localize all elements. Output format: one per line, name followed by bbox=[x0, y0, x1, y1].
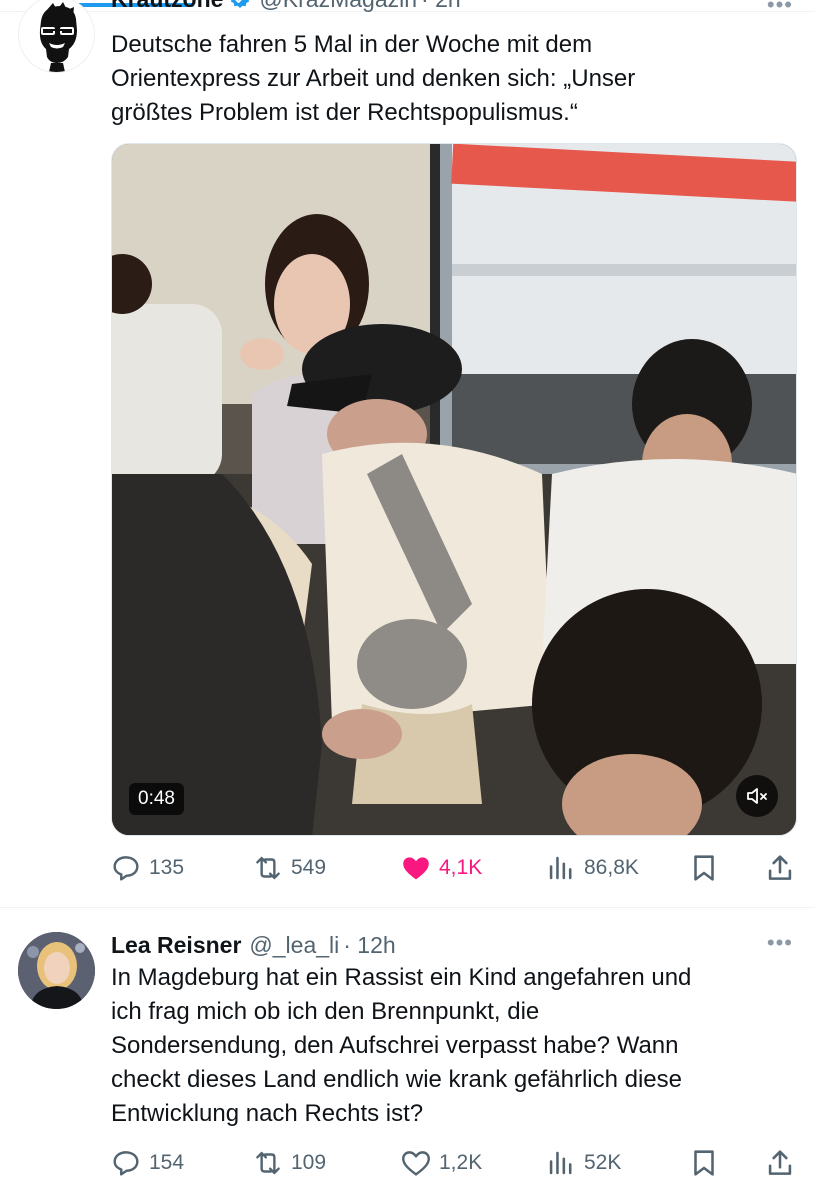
like-count: 4,1K bbox=[439, 856, 483, 879]
heart-icon bbox=[403, 857, 429, 880]
tweet-header: Krautzone @KrazMagazin · 2h bbox=[111, 0, 461, 16]
action-bar: 154 109 1,2K 52K bbox=[109, 1143, 799, 1183]
bookmark-button[interactable] bbox=[687, 848, 721, 888]
share-button[interactable] bbox=[763, 1143, 797, 1183]
repost-button[interactable]: 549 bbox=[251, 848, 326, 888]
reply-count: 154 bbox=[149, 1151, 185, 1174]
speech-bubble-icon bbox=[113, 856, 139, 881]
share-upload-icon bbox=[768, 855, 792, 880]
reply-count: 135 bbox=[149, 856, 185, 879]
views-count: 86,8K bbox=[584, 856, 639, 879]
like-count: 1,2K bbox=[439, 1151, 483, 1174]
reply-button[interactable]: 135 bbox=[109, 848, 184, 888]
avatar[interactable] bbox=[18, 932, 95, 1009]
bookmark-button[interactable] bbox=[687, 1143, 721, 1183]
repost-arrows-icon bbox=[256, 1151, 280, 1175]
video-player[interactable]: 0:48 bbox=[111, 143, 797, 836]
repost-arrows-icon bbox=[256, 856, 280, 880]
views-button[interactable]: 86,8K bbox=[544, 848, 639, 888]
views-button[interactable]: 52K bbox=[544, 1143, 621, 1183]
bar-chart-icon bbox=[549, 1151, 572, 1175]
views-count: 52K bbox=[584, 1151, 622, 1174]
video-duration: 0:48 bbox=[129, 783, 184, 815]
tweet[interactable]: Krautzone @KrazMagazin · 2h ••• Deutsche… bbox=[0, 0, 815, 908]
video-frame-illustration bbox=[112, 144, 796, 835]
verified-badge-icon bbox=[229, 0, 251, 10]
heart-icon bbox=[402, 1151, 430, 1176]
author-name[interactable]: Lea Reisner bbox=[111, 932, 241, 959]
tweet-text: In Magdeburg hat ein Rassist ein Kind an… bbox=[111, 961, 791, 1131]
repost-button[interactable]: 109 bbox=[251, 1143, 326, 1183]
bookmark-icon bbox=[694, 1150, 714, 1176]
tweet-time[interactable]: · 12h bbox=[343, 932, 395, 959]
speech-bubble-icon bbox=[113, 1151, 139, 1176]
like-button[interactable]: 4,1K bbox=[399, 848, 482, 888]
more-dots-icon[interactable]: ••• bbox=[767, 930, 793, 956]
bar-chart-icon bbox=[549, 856, 572, 880]
author-handle[interactable]: @KrazMagazin bbox=[259, 0, 417, 13]
tweet-text-line: In Magdeburg hat ein Rassist ein Kind an… bbox=[111, 964, 692, 991]
tweet-text-line: größtes Problem ist der Rechtspopulismus… bbox=[111, 99, 578, 126]
tweet-text-line: checkt dieses Land endlich wie krank gef… bbox=[111, 1066, 682, 1093]
tweet-text-line: Sondersendung, den Aufschrei verpasst ha… bbox=[111, 1032, 679, 1059]
tweet-text: Deutsche fahren 5 Mal in der Woche mit d… bbox=[111, 28, 791, 130]
more-dots-icon[interactable]: ••• bbox=[767, 0, 793, 18]
repost-count: 109 bbox=[291, 1151, 327, 1174]
bookmark-icon bbox=[694, 855, 714, 881]
muted-speaker-icon[interactable] bbox=[736, 775, 778, 817]
reply-button[interactable]: 154 bbox=[109, 1143, 184, 1183]
tweet-text-line: Deutsche fahren 5 Mal in der Woche mit d… bbox=[111, 31, 593, 58]
author-handle[interactable]: @_lea_li bbox=[249, 932, 339, 959]
tweet[interactable]: Lea Reisner @_lea_li · 12h ••• In Magdeb… bbox=[0, 908, 815, 1200]
like-button[interactable]: 1,2K bbox=[399, 1143, 482, 1183]
share-button[interactable] bbox=[763, 848, 797, 888]
tweet-time[interactable]: · 2h bbox=[421, 0, 461, 13]
author-name[interactable]: Krautzone bbox=[111, 0, 223, 13]
tweet-header: Lea Reisner @_lea_li · 12h bbox=[111, 928, 396, 962]
share-upload-icon bbox=[768, 1150, 792, 1175]
tweet-text-line: Entwicklung nach Rechts ist? bbox=[111, 1100, 424, 1127]
repost-count: 549 bbox=[291, 856, 327, 879]
tweet-text-line: Orientexpress zur Arbeit und denken sich… bbox=[111, 65, 636, 92]
action-bar: 135 549 4,1K 86,8K bbox=[109, 848, 799, 888]
tweet-text-line: ich frag mich ob ich den Brennpunkt, die bbox=[111, 998, 540, 1025]
avatar[interactable] bbox=[18, 0, 95, 73]
